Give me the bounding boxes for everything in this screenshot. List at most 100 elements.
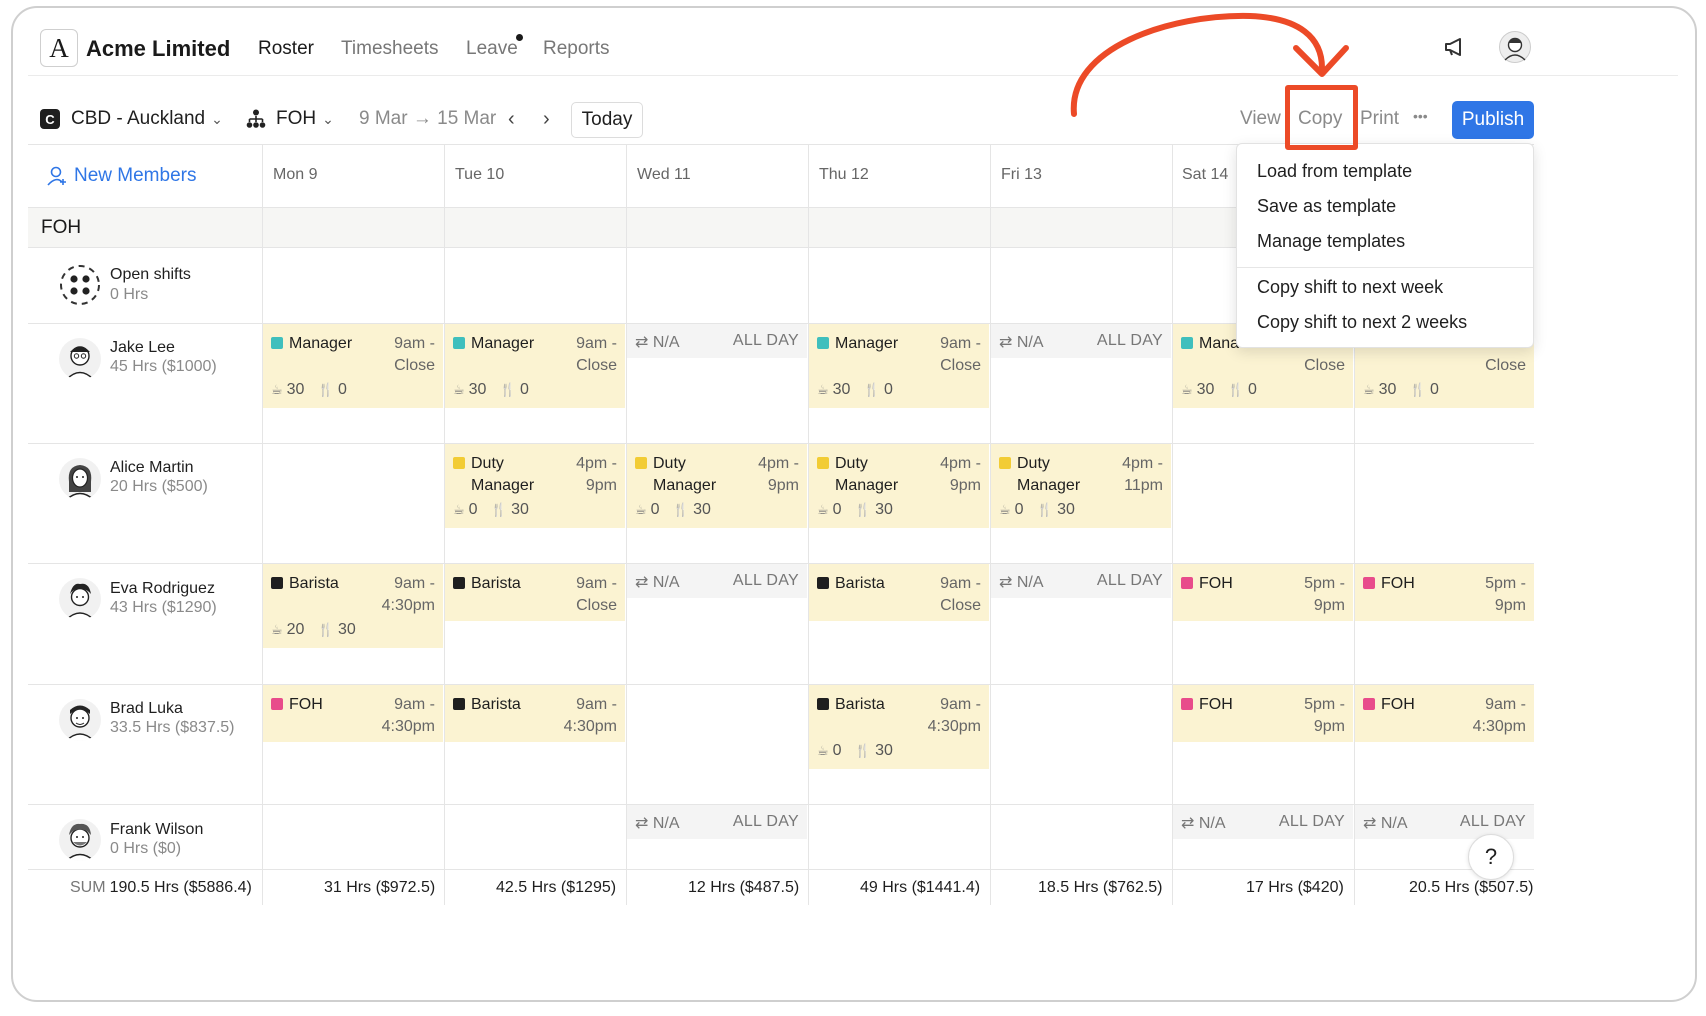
meal-break-icon: 🍴 [317, 382, 334, 397]
company-logo[interactable]: A [40, 29, 78, 67]
shift-time: 9am - Close [940, 575, 981, 614]
user-avatar[interactable] [1499, 31, 1531, 68]
unavailable-slot[interactable]: ⇄ N/A ALL DAY [1355, 805, 1534, 839]
unavailable-label: ⇄ N/A [999, 574, 1044, 591]
shift-role: Duty Manager [999, 453, 1080, 497]
sum-day: 42.5 Hrs ($1295) [496, 879, 617, 896]
employee-name[interactable]: Alice Martin [110, 459, 194, 477]
meal-break-icon: 🍴 [317, 622, 334, 637]
copy-menu: Load from template Save as template Mana… [1236, 143, 1534, 348]
more-options-button[interactable]: ••• [1413, 108, 1428, 124]
shift-card[interactable]: Manager 9am - Close ☕ 30 🍴 0 [445, 324, 625, 408]
sum-day: 18.5 Hrs ($762.5) [1038, 879, 1163, 896]
employee-hours: 43 Hrs ($1290) [110, 599, 217, 616]
chevron-down-icon: ⌄ [211, 111, 223, 127]
day-header-thu: Thu 12 [819, 166, 869, 183]
menu-item-copy-next-2-weeks[interactable]: Copy shift to next 2 weeks [1257, 312, 1467, 333]
shift-time: Close [1485, 357, 1526, 374]
shift-role: Duty Manager [817, 453, 898, 497]
menu-item-manage-templates[interactable]: Manage templates [1257, 231, 1405, 252]
nav-roster[interactable]: Roster [258, 38, 314, 60]
sum-label: SUM [70, 879, 106, 896]
employee-name[interactable]: Jake Lee [110, 339, 175, 357]
shift-card[interactable]: FOH 5pm -9pm [1355, 564, 1534, 621]
shift-card[interactable]: Manager 9am - Close ☕ 30 🍴 0 [263, 324, 443, 408]
shift-breaks: ☕ 30 🍴 0 [453, 381, 529, 398]
employee-name[interactable]: Eva Rodriguez [110, 580, 215, 598]
shift-card[interactable]: FOH 5pm -9pm [1173, 564, 1353, 621]
meal-break-icon: 🍴 [854, 743, 872, 758]
coffee-break-icon: ☕ [817, 743, 829, 758]
avatar [59, 699, 101, 741]
department-label: FOH [276, 108, 317, 129]
announcement-icon[interactable] [1443, 36, 1467, 63]
role-color-swatch [271, 698, 283, 710]
group-label: FOH [41, 217, 82, 238]
unavailable-slot[interactable]: ⇄ N/A ALL DAY [991, 324, 1171, 358]
shift-card[interactable]: FOH 9am -4:30pm [1355, 685, 1534, 742]
role-color-swatch [453, 577, 465, 589]
shift-card[interactable]: Barista 9am -4:30pm [445, 685, 625, 742]
day-header-fri: Fri 13 [1001, 166, 1042, 183]
nav-timesheets[interactable]: Timesheets [341, 38, 439, 60]
unavailable-slot[interactable]: ⇄ N/A ALL DAY [991, 564, 1171, 598]
employee-hours: 45 Hrs ($1000) [110, 358, 217, 375]
shift-card[interactable]: Barista 9am -4:30pm ☕ 20 🍴 30 [263, 564, 443, 648]
next-week-button[interactable]: › [543, 108, 550, 131]
employee-name[interactable]: Brad Luka [110, 700, 183, 718]
help-button[interactable]: ? [1468, 834, 1514, 880]
shift-role: Manager [453, 333, 534, 355]
sum-day: 17 Hrs ($420) [1246, 879, 1344, 896]
new-members-button[interactable]: New Members [46, 165, 196, 187]
shift-card[interactable]: Duty Manager 4pm -9pm ☕ 0 🍴 30 [809, 444, 989, 528]
shift-time: 5pm -9pm [1485, 575, 1526, 614]
shift-card[interactable]: Duty Manager 4pm -9pm ☕ 0 🍴 30 [445, 444, 625, 528]
shift-time: 9am - Close [940, 335, 981, 374]
menu-item-copy-next-week[interactable]: Copy shift to next week [1257, 277, 1443, 298]
department-selector[interactable]: FOH ⌄ [276, 108, 334, 130]
nav-reports[interactable]: Reports [543, 38, 610, 60]
menu-item-load-template[interactable]: Load from template [1257, 161, 1412, 182]
role-color-swatch [1363, 698, 1375, 710]
unavailable-label: ⇄ N/A [1181, 815, 1226, 832]
shift-time: 9am -4:30pm [1472, 696, 1526, 735]
shift-time: 5pm -9pm [1304, 696, 1345, 735]
shift-time: 9am -4:30pm [381, 696, 435, 735]
shift-card[interactable]: Duty Manager 4pm -11pm ☕ 0 🍴 30 [991, 444, 1171, 528]
nav-leave[interactable]: Leave [466, 38, 518, 60]
employee-name[interactable]: Frank Wilson [110, 821, 203, 839]
publish-button[interactable]: Publish [1452, 101, 1534, 139]
all-day-label: ALL DAY [1096, 332, 1163, 349]
shift-role: FOH [1181, 573, 1233, 595]
unavailable-label: ⇄ N/A [635, 334, 680, 351]
shift-time: 5pm -9pm [1304, 575, 1345, 614]
all-day-label: ALL DAY [732, 332, 799, 349]
shift-card[interactable]: FOH 5pm -9pm [1173, 685, 1353, 742]
shift-card[interactable]: Barista 9am -4:30pm ☕ 0 🍴 30 [809, 685, 989, 769]
coffee-break-icon: ☕ [453, 502, 465, 517]
shift-card[interactable]: Duty Manager 4pm -9pm ☕ 0 🍴 30 [627, 444, 807, 528]
all-day-label: ALL DAY [1096, 572, 1163, 589]
shift-role: FOH [1363, 694, 1415, 716]
role-color-swatch [1363, 577, 1375, 589]
shift-breaks: ☕ 0 🍴 30 [817, 742, 893, 759]
shift-card[interactable]: Barista 9am - Close [445, 564, 625, 621]
location-selector[interactable]: CBD - Auckland ⌄ [71, 108, 223, 130]
shift-card[interactable]: Barista 9am - Close [809, 564, 989, 621]
all-day-label: ALL DAY [732, 572, 799, 589]
unavailable-slot[interactable]: ⇄ N/A ALL DAY [627, 324, 807, 358]
shift-card[interactable]: Manager 9am - Close ☕ 30 🍴 0 [809, 324, 989, 408]
unavailable-label: ⇄ N/A [1363, 815, 1408, 832]
shift-card[interactable]: FOH 9am -4:30pm [263, 685, 443, 742]
menu-item-save-template[interactable]: Save as template [1257, 196, 1396, 217]
new-members-label: New Members [74, 165, 197, 186]
shift-role: Manager [271, 333, 352, 355]
date-range[interactable]: 9 Mar → 15 Mar [359, 108, 496, 130]
today-button[interactable]: Today [571, 102, 643, 138]
role-color-swatch [1181, 337, 1193, 349]
unavailable-slot[interactable]: ⇄ N/A ALL DAY [627, 564, 807, 598]
unavailable-slot[interactable]: ⇄ N/A ALL DAY [1173, 805, 1353, 839]
unavailable-slot[interactable]: ⇄ N/A ALL DAY [627, 805, 807, 839]
prev-week-button[interactable]: ‹ [508, 108, 515, 131]
role-color-swatch [271, 337, 283, 349]
